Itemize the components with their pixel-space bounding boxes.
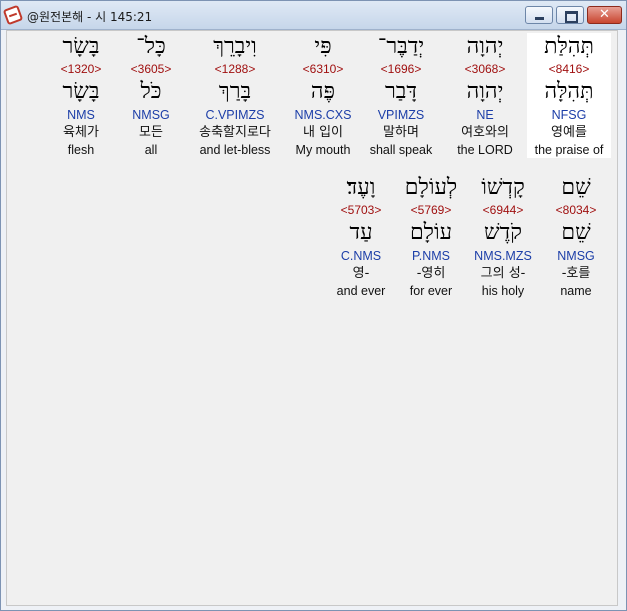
interlinear-word[interactable]: קָדְשׁוֹ <6944> קֹדֶשׁ NMS.MZS 그의 성-his holy bbox=[465, 174, 541, 299]
morphology-code[interactable]: NE bbox=[443, 107, 527, 124]
hebrew-word[interactable]: תְּהִלַּת bbox=[527, 33, 611, 61]
korean-gloss: -영히 bbox=[416, 266, 446, 281]
hebrew-word[interactable]: שֵׁם bbox=[541, 174, 611, 202]
morphology-code[interactable]: C.NMS bbox=[325, 248, 397, 265]
strong-number-link[interactable]: <5703> bbox=[325, 202, 397, 218]
english-gloss: and let-bless bbox=[199, 143, 271, 157]
interlinear-word[interactable]: פִּי <6310> פֶּה NMS.CXS 내 입이 My mouth bbox=[287, 33, 359, 158]
korean-gloss: 그의 성- bbox=[480, 266, 526, 281]
morphology-code[interactable]: P.NMS bbox=[397, 248, 465, 265]
morphology-code[interactable]: NMS bbox=[43, 107, 119, 124]
hebrew-lemma[interactable]: בָּשָׂר bbox=[43, 77, 119, 107]
strong-number-link[interactable]: <8416> bbox=[527, 61, 611, 77]
interlinear-word[interactable]: יְדַבֶּר־ <1696> דָּבַר VPIMZS 말하며 shall spea… bbox=[359, 33, 443, 158]
english-gloss: shall speak bbox=[369, 143, 433, 157]
title-bar[interactable]: @원전본해 - 시 145:21 ✕ bbox=[1, 1, 626, 30]
hebrew-lemma[interactable]: עוֹלָם bbox=[397, 218, 465, 248]
english-gloss: and ever bbox=[336, 284, 386, 298]
korean-gloss: 모든 bbox=[139, 125, 163, 140]
strong-number-link[interactable]: <1696> bbox=[359, 61, 443, 77]
korean-gloss: 육체가 bbox=[63, 125, 99, 140]
strong-number-link[interactable]: <3068> bbox=[443, 61, 527, 77]
interlinear-word[interactable]: כָּל־ <3605> כֹּל NMSG 모든 all bbox=[119, 33, 183, 158]
hebrew-lemma[interactable]: עַד bbox=[325, 218, 397, 248]
hebrew-word[interactable]: קָדְשׁוֹ bbox=[465, 174, 541, 202]
interlinear-word[interactable]: בָּשָׂר <1320> בָּשָׂר NMS 육체가 flesh bbox=[43, 33, 119, 158]
english-gloss: his holy bbox=[481, 284, 525, 298]
hebrew-word[interactable]: וָעֶד׃ bbox=[325, 174, 397, 202]
english-gloss: My mouth bbox=[295, 143, 351, 157]
strong-number-link[interactable]: <1288> bbox=[183, 61, 287, 77]
interlinear-word[interactable]: לְעוֹלָם <5769> עוֹלָם P.NMS -영히 for ever bbox=[397, 174, 465, 299]
morphology-code[interactable]: NMS.MZS bbox=[465, 248, 541, 265]
minimize-button[interactable] bbox=[525, 6, 553, 24]
hebrew-lemma[interactable]: קֹדֶשׁ bbox=[465, 218, 541, 248]
korean-gloss: 말하며 bbox=[383, 125, 419, 140]
morphology-code[interactable]: C.VPIMZS bbox=[183, 107, 287, 124]
strong-number-link[interactable]: <8034> bbox=[541, 202, 611, 218]
hebrew-word[interactable]: וִיבָרֵךְ bbox=[183, 33, 287, 61]
hebrew-lemma[interactable]: בָּרַךְ bbox=[183, 77, 287, 107]
interlinear-word[interactable]: שֵׁם <8034> שֵׁם NMSG -호를 name bbox=[541, 174, 611, 299]
minimize-icon bbox=[535, 17, 544, 20]
hebrew-word[interactable]: לְעוֹלָם bbox=[397, 174, 465, 202]
window-title: @원전본해 - 시 145:21 bbox=[27, 10, 153, 24]
morphology-code[interactable]: NFSG bbox=[527, 107, 611, 124]
strong-number-link[interactable]: <3605> bbox=[119, 61, 183, 77]
korean-gloss: 영예를 bbox=[551, 125, 587, 140]
app-icon[interactable] bbox=[2, 4, 24, 26]
interlinear-word[interactable]: וָעֶד׃ <5703> עַד C.NMS 영-and ever bbox=[325, 174, 397, 299]
morphology-code[interactable]: NMS.CXS bbox=[287, 107, 359, 124]
korean-gloss: 영- bbox=[352, 266, 370, 281]
hebrew-lemma[interactable]: שֵׁם bbox=[541, 218, 611, 248]
english-gloss: the LORD bbox=[457, 143, 513, 157]
close-icon: ✕ bbox=[599, 7, 610, 22]
korean-gloss: 송축할지로다 bbox=[199, 125, 271, 140]
hebrew-lemma[interactable]: כֹּל bbox=[119, 77, 183, 107]
hebrew-lemma[interactable]: פֶּה bbox=[287, 77, 359, 107]
english-gloss: all bbox=[144, 143, 158, 157]
hebrew-lemma[interactable]: דָּבַר bbox=[359, 77, 443, 107]
maximize-button[interactable] bbox=[556, 6, 584, 24]
morphology-code[interactable]: NMSG bbox=[119, 107, 183, 124]
hebrew-word[interactable]: יְדַבֶּר־ bbox=[359, 33, 443, 61]
korean-gloss: 여호와의 bbox=[461, 125, 509, 140]
maximize-icon bbox=[565, 11, 578, 23]
interlinear-word[interactable]: תְּהִלַּת <8416> תְּהִלָּה NFSG 영예를 the prais… bbox=[527, 33, 611, 158]
korean-gloss: -호를 bbox=[561, 266, 591, 281]
morphology-code[interactable]: NMSG bbox=[541, 248, 611, 265]
english-gloss: for ever bbox=[409, 284, 453, 298]
strong-number-link[interactable]: <6310> bbox=[287, 61, 359, 77]
strong-number-link[interactable]: <5769> bbox=[397, 202, 465, 218]
english-gloss: name bbox=[560, 284, 592, 298]
interlinear-word[interactable]: וִיבָרֵךְ <1288> בָּרַךְ C.VPIMZS 송축할지로다 and … bbox=[183, 33, 287, 158]
english-gloss: the praise of bbox=[534, 143, 604, 157]
english-gloss: flesh bbox=[67, 143, 95, 157]
strong-number-link[interactable]: <6944> bbox=[465, 202, 541, 218]
app-window: @원전본해 - 시 145:21 ✕ תְּהִלַּת <8416> תְּהִל… bbox=[0, 0, 627, 611]
korean-gloss: 내 입이 bbox=[302, 125, 343, 140]
interlinear-view[interactable]: תְּהִלַּת <8416> תְּהִלָּה NFSG 영예를 the prais… bbox=[6, 30, 618, 606]
close-button[interactable]: ✕ bbox=[587, 6, 622, 24]
hebrew-word[interactable]: כָּל־ bbox=[119, 33, 183, 61]
hebrew-lemma[interactable]: יְהוָה bbox=[443, 77, 527, 107]
hebrew-lemma[interactable]: תְּהִלָּה bbox=[527, 77, 611, 107]
strong-number-link[interactable]: <1320> bbox=[43, 61, 119, 77]
hebrew-word[interactable]: בָּשָׂר bbox=[43, 33, 119, 61]
morphology-code[interactable]: VPIMZS bbox=[359, 107, 443, 124]
interlinear-word[interactable]: יְהוָה <3068> יְהוָה NE 여호와의 the LORD bbox=[443, 33, 527, 158]
hebrew-word[interactable]: פִּי bbox=[287, 33, 359, 61]
hebrew-word[interactable]: יְהוָה bbox=[443, 33, 527, 61]
